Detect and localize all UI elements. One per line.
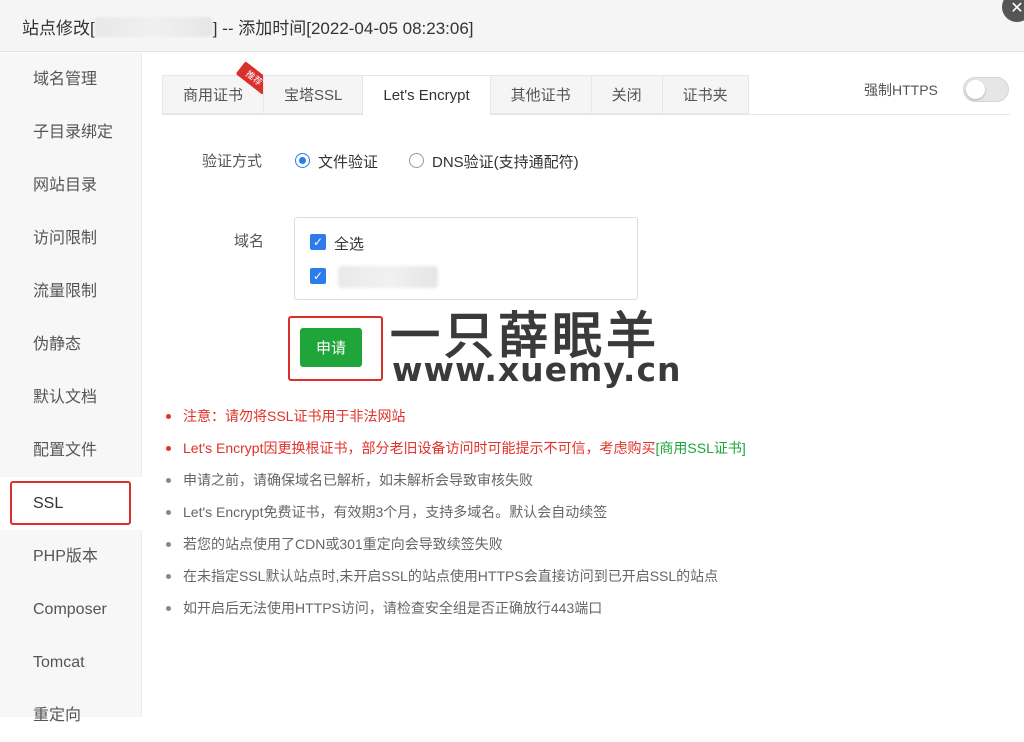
- close-icon[interactable]: ✕: [1002, 0, 1024, 22]
- sidebar-item-label: 子目录绑定: [33, 124, 114, 141]
- list-item: Let's Encrypt免费证书，有效期3个月，支持多域名。默认会自动续签: [162, 501, 1002, 533]
- sidebar-item-subdirectory-binding[interactable]: 子目录绑定: [0, 106, 142, 159]
- file-verify-label[interactable]: 文件验证: [318, 151, 378, 172]
- sidebar-item-label: 域名管理: [33, 71, 98, 88]
- select-all-checkbox[interactable]: ✓: [310, 234, 326, 250]
- sidebar-item-label: 流量限制: [33, 283, 98, 300]
- sidebar-item-composer[interactable]: Composer: [0, 583, 142, 636]
- list-item: 在未指定SSL默认站点时,未开启SSL的站点使用HTTPS会直接访问到已开启SS…: [162, 565, 1002, 597]
- sidebar-item-traffic-limit[interactable]: 流量限制: [0, 265, 142, 318]
- tab-label: 证书夹: [682, 87, 728, 104]
- redacted-site-name: [94, 17, 213, 37]
- tab-label: 关闭: [611, 87, 642, 104]
- list-item: 若您的站点使用了CDN或301重定向会导致续签失败: [162, 533, 1002, 565]
- notes-list: 注意：请勿将SSL证书用于非法网站 Let's Encrypt因更换根证书，部分…: [162, 405, 1002, 629]
- sidebar-item-label: 网站目录: [33, 177, 98, 194]
- dns-verify-label[interactable]: DNS验证(支持通配符): [432, 151, 579, 172]
- list-item: 申请之前，请确保域名已解析，如未解析会导致审核失败: [162, 469, 1002, 501]
- ssl-highlight-box: [10, 481, 131, 525]
- note-text: 申请之前，请确保域名已解析，如未解析会导致审核失败: [183, 472, 533, 488]
- sidebar-item-label: 配置文件: [33, 442, 98, 459]
- title-suffix: ] -- 添加时间[2022-04-05 08:23:06]: [212, 19, 474, 38]
- sidebar-item-site-directory[interactable]: 网站目录: [0, 159, 142, 212]
- sidebar-item-tomcat[interactable]: Tomcat: [0, 636, 142, 689]
- note-text: 在未指定SSL默认站点时,未开启SSL的站点使用HTTPS会直接访问到已开启SS…: [183, 568, 719, 584]
- list-item: Let's Encrypt因更换根证书，部分老旧设备访问时可能提示不可信，考虑购…: [162, 437, 1002, 469]
- select-all-label[interactable]: 全选: [334, 233, 364, 254]
- domain-label: 域名: [234, 233, 265, 250]
- watermark-url: www.xuemy.cn: [392, 350, 682, 389]
- tab-close[interactable]: 关闭: [590, 75, 662, 114]
- sidebar: 域名管理 子目录绑定 网站目录 访问限制 流量限制 伪静态 默认文档 配置文件 …: [0, 53, 142, 724]
- sidebar-item-label: Composer: [33, 601, 107, 618]
- tab-label: 宝塔SSL: [284, 87, 343, 104]
- title-bar: 站点修改[ ] -- 添加时间[2022-04-05 08:23:06] ✕: [0, 0, 1024, 52]
- sidebar-item-label: 重定向: [33, 707, 82, 724]
- note-text: 如开启后无法使用HTTPS访问，请检查安全组是否正确放行443端口: [183, 600, 603, 616]
- file-verify-radio[interactable]: [295, 153, 310, 168]
- tab-baota-ssl[interactable]: 宝塔SSL: [263, 75, 363, 114]
- sidebar-item-redirect[interactable]: 重定向: [0, 689, 142, 742]
- sidebar-item-domain-management[interactable]: 域名管理: [0, 53, 142, 106]
- sidebar-item-php-version[interactable]: PHP版本: [0, 530, 142, 583]
- apply-button[interactable]: 申请: [300, 328, 362, 367]
- note-text: Let's Encrypt因更换根证书，部分老旧设备访问时可能提示不可信，考虑购…: [183, 440, 656, 456]
- tab-commercial-cert[interactable]: 商用证书 推荐: [162, 61, 273, 114]
- sidebar-item-default-document[interactable]: 默认文档: [0, 371, 142, 424]
- sidebar-item-label: Tomcat: [33, 654, 85, 671]
- tab-cert-folder[interactable]: 证书夹: [661, 75, 749, 114]
- dns-verify-radio[interactable]: [409, 153, 424, 168]
- window-title: 站点修改[ ] -- 添加时间[2022-04-05 08:23:06]: [22, 14, 474, 39]
- sidebar-item-ssl[interactable]: SSL: [0, 477, 142, 530]
- tab-label: 其他证书: [510, 87, 571, 104]
- toggle-knob: [966, 80, 985, 99]
- note-text: 若您的站点使用了CDN或301重定向会导致续签失败: [183, 536, 503, 552]
- tab-label: 商用证书: [183, 87, 244, 104]
- sidebar-item-label: 默认文档: [33, 389, 98, 406]
- list-item: 如开启后无法使用HTTPS访问，请检查安全组是否正确放行443端口: [162, 597, 1002, 629]
- title-prefix: 站点修改[: [22, 19, 95, 38]
- list-item: 注意：请勿将SSL证书用于非法网站: [162, 405, 1002, 437]
- domain-checkbox[interactable]: ✓: [310, 268, 326, 284]
- sidebar-item-config-file[interactable]: 配置文件: [0, 424, 142, 477]
- force-https-label: 强制HTTPS: [864, 82, 938, 98]
- note-text: 注意：请勿将SSL证书用于非法网站: [183, 408, 406, 424]
- commercial-ssl-link[interactable]: [商用SSL证书]: [656, 440, 746, 456]
- sidebar-item-label: PHP版本: [33, 548, 98, 565]
- sidebar-item-label: 伪静态: [33, 336, 82, 353]
- tab-label: Let's Encrypt: [383, 87, 470, 104]
- redacted-domain: [338, 266, 438, 288]
- sidebar-item-access-limit[interactable]: 访问限制: [0, 212, 142, 265]
- force-https-toggle[interactable]: [963, 77, 1009, 102]
- sidebar-item-rewrite[interactable]: 伪静态: [0, 318, 142, 371]
- tab-lets-encrypt[interactable]: Let's Encrypt: [362, 75, 490, 116]
- note-text: Let's Encrypt免费证书，有效期3个月，支持多域名。默认会自动续签: [183, 504, 608, 520]
- tab-other-cert[interactable]: 其他证书: [489, 75, 591, 114]
- verify-method-label: 验证方式: [202, 153, 263, 170]
- sidebar-item-label: 访问限制: [33, 230, 98, 247]
